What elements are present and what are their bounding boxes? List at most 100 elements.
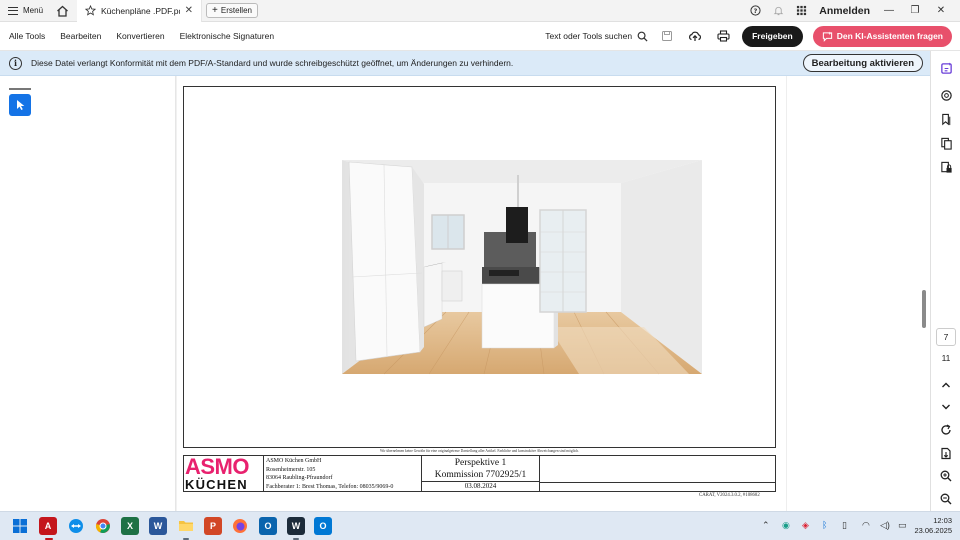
explorer-taskbar-icon[interactable] bbox=[177, 517, 195, 535]
pdfa-info-bar: i Diese Datei verlangt Konformität mit d… bbox=[0, 51, 930, 76]
ai-doc-icon bbox=[940, 61, 952, 74]
share-button[interactable]: Freigeben bbox=[742, 25, 803, 47]
cursor-arrow-icon bbox=[16, 100, 24, 110]
wifi-icon[interactable]: ◠ bbox=[862, 520, 870, 531]
ai-assistant-button[interactable]: Den KI-Assistenten fragen bbox=[812, 25, 952, 47]
tool-divider bbox=[9, 88, 31, 90]
current-page-input[interactable]: 7 bbox=[936, 328, 956, 346]
info-message: Diese Datei verlangt Konformität mit dem… bbox=[31, 58, 514, 68]
prev-page-button[interactable] bbox=[938, 377, 954, 393]
disclaimer-text: Wir übernehmen keine Gewähr für eine ori… bbox=[380, 449, 579, 453]
firefox-taskbar-icon[interactable] bbox=[231, 517, 249, 535]
document-tab[interactable]: Küchenpläne .PDF.pdf ✕ bbox=[77, 0, 203, 22]
menu-edit[interactable]: Bearbeiten bbox=[60, 31, 101, 41]
scroll-mode-button[interactable] bbox=[938, 445, 954, 461]
vertical-scrollbar[interactable] bbox=[922, 290, 926, 328]
chrome-taskbar-icon[interactable] bbox=[94, 517, 112, 535]
bookmark-icon bbox=[941, 113, 950, 125]
tray-security-icon[interactable]: ◈ bbox=[802, 520, 809, 531]
company-advisor: Fachberater 1: Brest Thomas, Telefon: 08… bbox=[266, 483, 394, 490]
attachment-lock-icon bbox=[940, 161, 952, 173]
close-window-icon[interactable]: ✕ bbox=[934, 5, 948, 16]
chevron-down-icon bbox=[942, 404, 950, 410]
enable-editing-button[interactable]: Bearbeitung aktivieren bbox=[802, 54, 923, 72]
excel-taskbar-icon[interactable]: X bbox=[121, 517, 139, 535]
company-city: 83064 Raubling-Pfraundorf bbox=[266, 475, 333, 481]
plan-date: 03.08.2024 bbox=[422, 482, 540, 491]
commission-label: Kommission 7702925/1 bbox=[434, 470, 527, 480]
minimize-icon[interactable]: — bbox=[882, 5, 896, 16]
menu-convert[interactable]: Konvertieren bbox=[116, 31, 164, 41]
kitchen-render bbox=[342, 160, 702, 375]
tray-chevron-up-icon[interactable]: ⌃ bbox=[762, 520, 770, 531]
next-page-button[interactable] bbox=[938, 399, 954, 415]
help-icon[interactable]: ? bbox=[750, 5, 761, 16]
refresh-button[interactable] bbox=[938, 422, 954, 438]
page-scroll-icon bbox=[941, 447, 951, 459]
battery-icon[interactable]: ▭ bbox=[898, 520, 907, 531]
zoom-out-button[interactable] bbox=[938, 491, 954, 507]
pdf-page bbox=[183, 86, 776, 448]
printer-icon bbox=[717, 30, 730, 42]
clock-time: 12:03 bbox=[933, 516, 952, 525]
search-icon bbox=[637, 31, 648, 42]
comment-button[interactable] bbox=[938, 87, 954, 103]
outlook-new-taskbar-icon[interactable]: O bbox=[314, 517, 332, 535]
copy-pages-icon bbox=[940, 137, 952, 150]
save-button[interactable] bbox=[658, 27, 676, 45]
pages-button[interactable] bbox=[938, 135, 954, 151]
refresh-icon bbox=[941, 424, 951, 435]
tool-search[interactable]: Text oder Tools suchen bbox=[545, 31, 648, 42]
menu-label: Menü bbox=[23, 6, 44, 15]
upload-button[interactable] bbox=[686, 27, 704, 45]
apps-grid-icon[interactable] bbox=[796, 5, 807, 16]
svg-text:?: ? bbox=[754, 7, 758, 15]
zoom-in-icon bbox=[940, 470, 952, 482]
outlook-taskbar-icon[interactable]: O bbox=[259, 517, 277, 535]
left-tool-panel bbox=[0, 76, 176, 511]
bluetooth-icon[interactable]: ᛒ bbox=[822, 520, 827, 530]
word-taskbar-icon[interactable]: W bbox=[149, 517, 167, 535]
info-icon: i bbox=[9, 56, 22, 70]
ai-chat-icon bbox=[822, 30, 832, 42]
carat-version: CARAT, V2024.3.0.2, #108682 bbox=[699, 493, 760, 498]
restore-icon[interactable]: ❐ bbox=[908, 5, 922, 16]
create-label: Erstellen bbox=[220, 6, 252, 15]
volume-icon[interactable]: ◁) bbox=[880, 520, 890, 531]
home-icon bbox=[56, 5, 68, 17]
title-block-divider bbox=[540, 482, 776, 483]
tray-app-icon[interactable]: ◉ bbox=[782, 520, 790, 531]
company-name: ASMO Küchen GmbH bbox=[266, 458, 322, 464]
clock-date: 23.06.2025 bbox=[914, 526, 952, 535]
menu-button[interactable]: Menü bbox=[0, 0, 51, 22]
tray-device-icon[interactable]: ▯ bbox=[842, 520, 847, 531]
tab-close-icon[interactable]: ✕ bbox=[185, 5, 193, 16]
attachments-button[interactable] bbox=[938, 159, 954, 175]
create-button[interactable]: + Erstellen bbox=[206, 3, 258, 18]
system-clock[interactable]: 12:03 23.06.2025 bbox=[914, 516, 952, 536]
perspective-box: Perspektive 1 Kommission 7702925/1 bbox=[422, 456, 540, 482]
teamviewer-taskbar-icon[interactable] bbox=[67, 517, 85, 535]
select-tool-button[interactable] bbox=[9, 94, 31, 116]
search-label: Text oder Tools suchen bbox=[545, 31, 633, 41]
ai-summary-button[interactable] bbox=[938, 60, 954, 76]
home-button[interactable] bbox=[51, 0, 73, 22]
asmo-logo: ASMO KÜCHEN bbox=[184, 454, 264, 492]
save-icon bbox=[662, 31, 673, 41]
main-toolbar: Alle Tools Bearbeiten Konvertieren Elekt… bbox=[0, 22, 960, 51]
plan-title-block: ASMO KÜCHEN ASMO Küchen GmbH Rosenheimer… bbox=[183, 454, 776, 492]
menu-esign[interactable]: Elektronische Signaturen bbox=[180, 31, 275, 41]
star-icon[interactable] bbox=[85, 5, 97, 16]
windows-start-icon[interactable] bbox=[11, 517, 29, 535]
planner-app-taskbar-icon[interactable]: W bbox=[287, 517, 305, 535]
bell-icon[interactable] bbox=[773, 5, 784, 16]
menu-all-tools[interactable]: Alle Tools bbox=[9, 31, 45, 41]
print-button[interactable] bbox=[714, 27, 732, 45]
powerpoint-taskbar-icon[interactable]: P bbox=[204, 517, 222, 535]
zoom-in-button[interactable] bbox=[938, 468, 954, 484]
acrobat-taskbar-icon[interactable]: A bbox=[39, 517, 57, 535]
company-street: Rosenheimerstr. 105 bbox=[266, 466, 316, 473]
signin-button[interactable]: Anmelden bbox=[819, 5, 870, 17]
windows-taskbar: A X W P O W O ⌃ ◉ ◈ ᛒ ▯ ◠ ◁) ▭ 12:03 23.… bbox=[0, 511, 960, 540]
bookmark-button[interactable] bbox=[938, 111, 954, 127]
